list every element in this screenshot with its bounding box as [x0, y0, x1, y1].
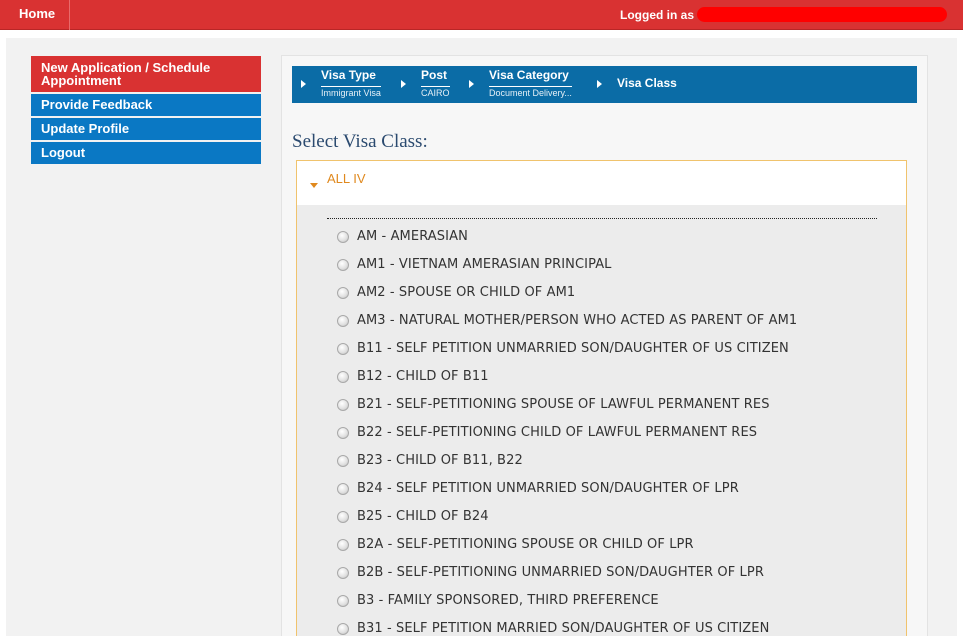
option-label: AM - AMERASIAN	[357, 229, 468, 244]
option-label: B2B - SELF-PETITIONING UNMARRIED SON/DAU…	[357, 565, 764, 580]
breadcrumb-step-label: Visa Class	[617, 76, 677, 90]
radio-button[interactable]	[337, 539, 349, 551]
radio-button[interactable]	[337, 483, 349, 495]
breadcrumb-step-value: Immigrant Visa	[321, 86, 381, 98]
chevron-right-icon	[597, 80, 602, 88]
chevron-right-icon	[401, 80, 406, 88]
page-title: Select Visa Class:	[292, 131, 428, 152]
breadcrumb-step-label: Post	[421, 68, 448, 82]
sidebar: New Application / Schedule Appointment P…	[31, 56, 261, 166]
radio-button[interactable]	[337, 427, 349, 439]
accordion-header-all-iv[interactable]: ALL IV	[297, 161, 906, 205]
option-label: AM2 - SPOUSE OR CHILD OF AM1	[357, 285, 576, 300]
list-item[interactable]: B3 - FAMILY SPONSORED, THIRD PREFERENCE	[337, 587, 897, 615]
option-label: B25 - CHILD OF B24	[357, 509, 489, 524]
list-item[interactable]: B12 - CHILD OF B11	[337, 363, 897, 391]
sidebar-item-logout[interactable]: Logout	[31, 142, 261, 164]
breadcrumb-step-label: Visa Type	[321, 68, 376, 82]
radio-button[interactable]	[337, 343, 349, 355]
list-item[interactable]: AM2 - SPOUSE OR CHILD OF AM1	[337, 279, 897, 307]
breadcrumb: Visa Type Immigrant Visa Post CAIRO Visa…	[292, 66, 917, 103]
list-item[interactable]: AM3 - NATURAL MOTHER/PERSON WHO ACTED AS…	[337, 307, 897, 335]
list-item[interactable]: B25 - CHILD OF B24	[337, 503, 897, 531]
list-item[interactable]: B21 - SELF-PETITIONING SPOUSE OF LAWFUL …	[337, 391, 897, 419]
radio-button[interactable]	[337, 231, 349, 243]
option-label: B21 - SELF-PETITIONING SPOUSE OF LAWFUL …	[357, 397, 770, 412]
home-link[interactable]: Home	[0, 0, 70, 30]
sidebar-item-new-application[interactable]: New Application / Schedule Appointment	[31, 56, 261, 92]
list-item[interactable]: B23 - CHILD OF B11, B22	[337, 447, 897, 475]
list-item[interactable]: B22 - SELF-PETITIONING CHILD OF LAWFUL P…	[337, 419, 897, 447]
option-label: B22 - SELF-PETITIONING CHILD OF LAWFUL P…	[357, 425, 758, 440]
breadcrumb-step-value: CAIRO	[421, 86, 450, 98]
radio-button[interactable]	[337, 371, 349, 383]
radio-button[interactable]	[337, 455, 349, 467]
radio-button[interactable]	[337, 315, 349, 327]
option-label: B23 - CHILD OF B11, B22	[357, 453, 523, 468]
redacted-username	[697, 7, 947, 22]
option-label: B31 - SELF PETITION MARRIED SON/DAUGHTER…	[357, 621, 770, 636]
radio-button[interactable]	[337, 511, 349, 523]
visa-class-accordion: ALL IV AM - AMERASIAN AM1 - VIETNAM AMER…	[296, 160, 907, 636]
option-label: B3 - FAMILY SPONSORED, THIRD PREFERENCE	[357, 593, 659, 608]
list-item[interactable]: B2B - SELF-PETITIONING UNMARRIED SON/DAU…	[337, 559, 897, 587]
list-item[interactable]: B11 - SELF PETITION UNMARRIED SON/DAUGHT…	[337, 335, 897, 363]
visa-class-list: AM - AMERASIAN AM1 - VIETNAM AMERASIAN P…	[337, 223, 897, 643]
list-item[interactable]: AM1 - VIETNAM AMERASIAN PRINCIPAL	[337, 251, 897, 279]
divider	[327, 218, 877, 219]
radio-button[interactable]	[337, 567, 349, 579]
accordion-title: ALL IV	[327, 171, 366, 186]
option-label: B11 - SELF PETITION UNMARRIED SON/DAUGHT…	[357, 341, 789, 356]
radio-button[interactable]	[337, 399, 349, 411]
sidebar-item-update-profile[interactable]: Update Profile	[31, 118, 261, 140]
caret-down-icon	[310, 183, 318, 188]
breadcrumb-step-label: Visa Category	[489, 68, 569, 82]
option-label: AM1 - VIETNAM AMERASIAN PRINCIPAL	[357, 257, 612, 272]
radio-button[interactable]	[337, 287, 349, 299]
option-label: B24 - SELF PETITION UNMARRIED SON/DAUGHT…	[357, 481, 739, 496]
radio-button[interactable]	[337, 595, 349, 607]
radio-button[interactable]	[337, 259, 349, 271]
list-item[interactable]: B2A - SELF-PETITIONING SPOUSE OR CHILD O…	[337, 531, 897, 559]
chevron-right-icon	[469, 80, 474, 88]
option-label: AM3 - NATURAL MOTHER/PERSON WHO ACTED AS…	[357, 313, 798, 328]
logged-in-label: Logged in as	[620, 8, 695, 22]
sidebar-item-provide-feedback[interactable]: Provide Feedback	[31, 94, 261, 116]
radio-button[interactable]	[337, 623, 349, 635]
list-item[interactable]: B31 - SELF PETITION MARRIED SON/DAUGHTER…	[337, 615, 897, 643]
list-item[interactable]: AM - AMERASIAN	[337, 223, 897, 251]
chevron-right-icon	[301, 80, 306, 88]
option-label: B2A - SELF-PETITIONING SPOUSE OR CHILD O…	[357, 537, 694, 552]
top-bar: Home Logged in as	[0, 0, 963, 30]
breadcrumb-step-value: Document Delivery...	[489, 86, 572, 98]
list-item[interactable]: B24 - SELF PETITION UNMARRIED SON/DAUGHT…	[337, 475, 897, 503]
option-label: B12 - CHILD OF B11	[357, 369, 489, 384]
